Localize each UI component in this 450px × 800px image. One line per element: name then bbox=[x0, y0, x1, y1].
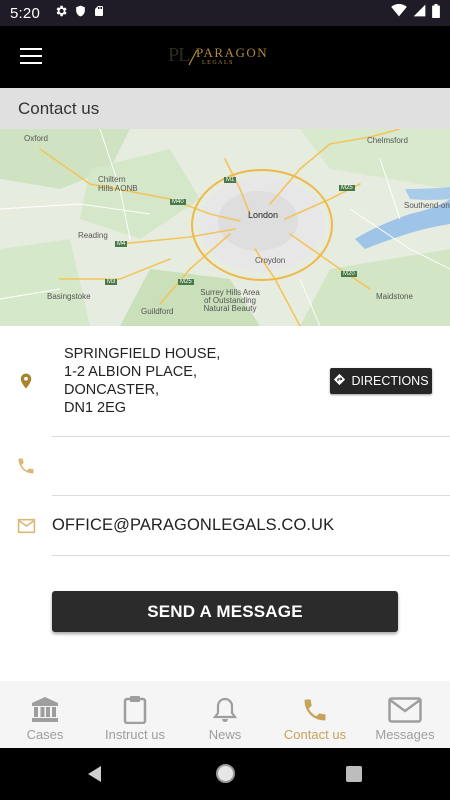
map-road-m40: M40 bbox=[170, 199, 186, 205]
back-icon[interactable] bbox=[86, 765, 104, 788]
logo-name: PARAGON bbox=[196, 45, 269, 60]
nav-item-instruct-us[interactable]: Instruct us bbox=[90, 681, 180, 748]
address-line: SPRINGFIELD HOUSE, bbox=[64, 346, 221, 362]
map-label-chiltern-hills: Chiltern Hills AONB bbox=[98, 175, 138, 193]
map-label-oxford: Oxford bbox=[24, 134, 49, 143]
status-time: 5:20 bbox=[10, 4, 40, 22]
bank-icon bbox=[31, 695, 59, 725]
send-message-button[interactable]: SEND A MESSAGE bbox=[52, 591, 398, 632]
map-label-basingstoke: Basingstoke bbox=[47, 292, 91, 301]
map-road-m3: M3 bbox=[105, 279, 118, 285]
phone-icon bbox=[301, 695, 329, 725]
signal-icon bbox=[413, 4, 426, 22]
mail-icon bbox=[17, 518, 36, 539]
map-label-london: London bbox=[248, 210, 279, 220]
shield-icon bbox=[74, 4, 87, 23]
battery-icon bbox=[432, 3, 440, 23]
nav-item-news[interactable]: News bbox=[180, 681, 270, 748]
app-bar: PL PARAGON LEGALS bbox=[0, 26, 450, 88]
divider bbox=[52, 495, 450, 496]
sd-card-icon bbox=[93, 4, 105, 23]
map-label-maidstone: Maidstone bbox=[376, 292, 413, 301]
address-line: 1-2 ALBION PLACE, bbox=[64, 364, 197, 380]
directions-label: DIRECTIONS bbox=[351, 374, 429, 388]
gear-icon bbox=[54, 4, 68, 23]
menu-icon[interactable] bbox=[20, 48, 42, 64]
map-road-m25-north: M25 bbox=[339, 185, 355, 191]
nav-label: Cases bbox=[26, 727, 64, 742]
logo-subtitle: LEGALS bbox=[202, 60, 234, 66]
divider bbox=[52, 436, 450, 437]
clipboard-icon bbox=[123, 695, 147, 725]
home-icon[interactable] bbox=[216, 764, 235, 783]
map-label-southend: Southend-on-Sea bbox=[404, 201, 450, 210]
nav-item-messages[interactable]: Messages bbox=[360, 681, 450, 748]
nav-label: Instruct us bbox=[105, 727, 165, 742]
map-road-m1: M1 bbox=[224, 177, 237, 183]
address-row: SPRINGFIELD HOUSE, 1-2 ALBION PLACE, DON… bbox=[0, 345, 450, 435]
map-road-m4: M4 bbox=[115, 241, 128, 247]
address-text: SPRINGFIELD HOUSE, 1-2 ALBION PLACE, DON… bbox=[64, 345, 220, 417]
address-line: DN1 2EG bbox=[64, 400, 127, 416]
nav-label: Contact us bbox=[283, 727, 347, 742]
page-title: Contact us bbox=[0, 88, 450, 129]
location-pin-icon bbox=[17, 371, 35, 396]
map-label-guildford: Guildford bbox=[141, 307, 174, 316]
nav-item-cases[interactable]: Cases bbox=[0, 681, 90, 748]
map-label-surrey-hills: Surrey Hills Area of Outstanding Natural… bbox=[200, 288, 260, 313]
logo-mark: PL bbox=[168, 44, 190, 66]
bottom-nav: Cases Instruct us News Contact us Messag… bbox=[0, 681, 450, 748]
system-nav-bar bbox=[0, 748, 450, 800]
wifi-icon bbox=[391, 3, 407, 22]
divider bbox=[52, 555, 450, 556]
map-label-croydon: Croydon bbox=[255, 256, 286, 265]
bell-icon bbox=[213, 695, 237, 725]
map-road-m20: M20 bbox=[341, 271, 357, 277]
map-road-m25-south: M25 bbox=[178, 279, 194, 285]
directions-button[interactable]: DIRECTIONS bbox=[330, 368, 432, 394]
app-logo: PL PARAGON LEGALS bbox=[168, 40, 278, 74]
email-link[interactable]: OFFICE@PARAGONLEGALS.CO.UK bbox=[52, 516, 334, 535]
phone-icon[interactable] bbox=[16, 456, 36, 481]
directions-icon bbox=[333, 373, 346, 389]
location-map[interactable]: Oxford Chelmsford Chiltern Hills AONB Lo… bbox=[0, 129, 450, 326]
nav-label: Messages bbox=[375, 727, 435, 742]
map-label-reading: Reading bbox=[78, 231, 108, 240]
nav-label: News bbox=[208, 727, 242, 742]
map-label-chelmsford: Chelmsford bbox=[367, 136, 408, 145]
status-bar: 5:20 bbox=[0, 0, 450, 26]
recent-apps-icon[interactable] bbox=[346, 766, 362, 782]
envelope-icon bbox=[388, 695, 422, 725]
address-line: DONCASTER, bbox=[64, 382, 160, 398]
nav-item-contact-us[interactable]: Contact us bbox=[270, 681, 360, 748]
